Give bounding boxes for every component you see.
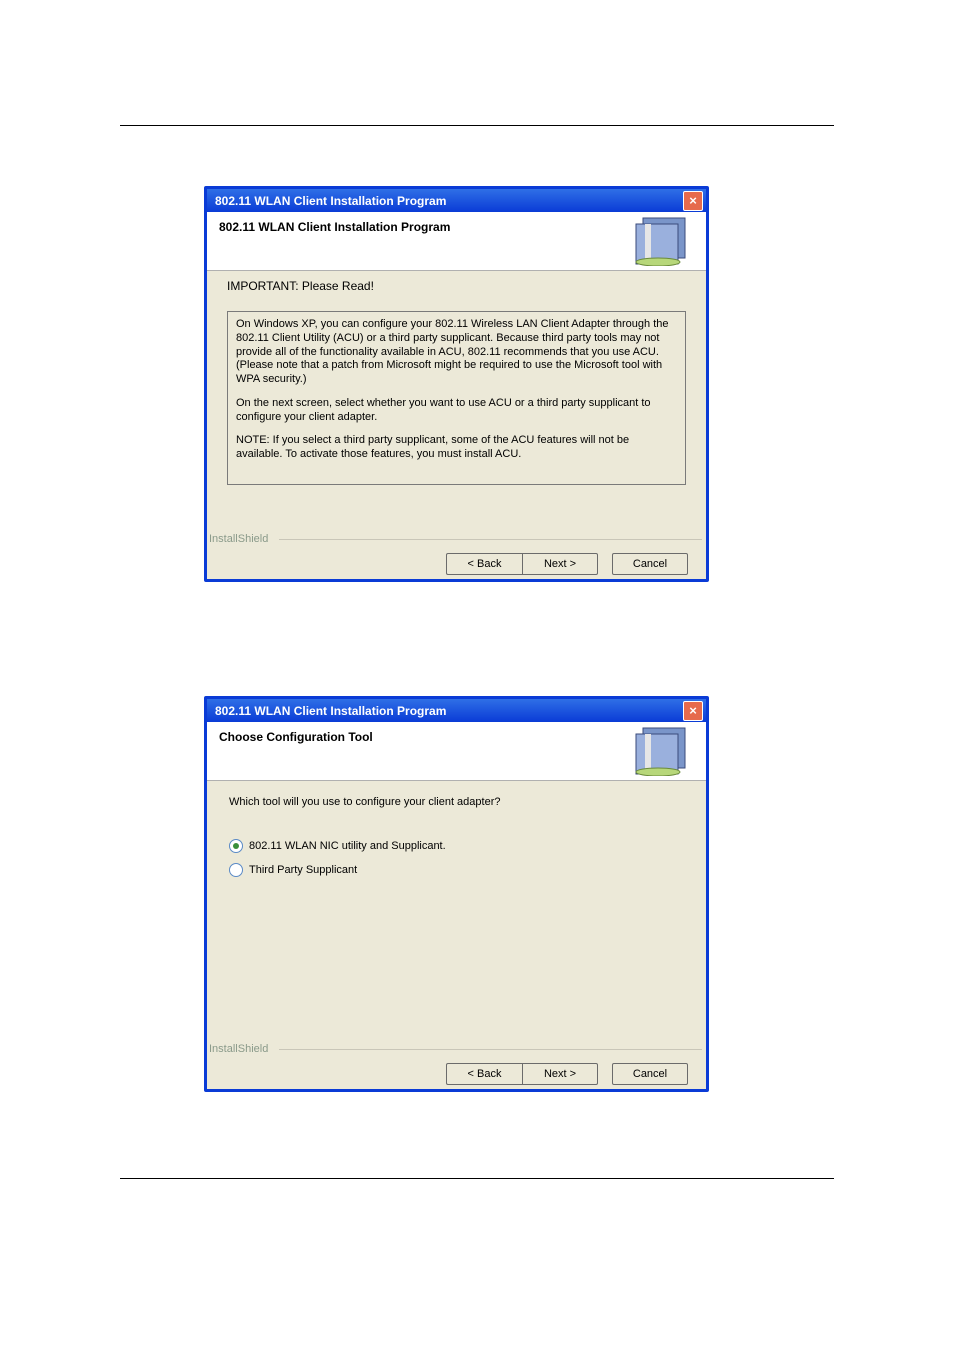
- important-heading: IMPORTANT: Please Read!: [227, 279, 374, 293]
- radio-dot-icon: [233, 843, 239, 849]
- button-row: < Back Next > Cancel: [446, 553, 688, 575]
- back-button[interactable]: < Back: [446, 553, 522, 575]
- document-page: 802.11 WLAN Client Installation Program …: [0, 0, 954, 1350]
- footer-rule: [120, 1178, 834, 1179]
- radio-option-third-party[interactable]: Third Party Supplicant: [229, 863, 357, 877]
- question-label: Which tool will you use to configure you…: [229, 796, 500, 808]
- cancel-button[interactable]: Cancel: [612, 553, 688, 575]
- banner: 802.11 WLAN Client Installation Program: [207, 212, 706, 271]
- radio-option-acu[interactable]: 802.11 WLAN NIC utility and Supplicant.: [229, 839, 446, 853]
- close-icon[interactable]: ×: [683, 191, 703, 211]
- radio-icon[interactable]: [229, 863, 243, 877]
- banner-title: Choose Configuration Tool: [219, 730, 373, 744]
- back-button[interactable]: < Back: [446, 1063, 522, 1085]
- dialog-footer: InstallShield < Back Next > Cancel: [207, 1039, 706, 1089]
- info-paragraph-2: On the next screen, select whether you w…: [236, 397, 677, 425]
- installer-dialog-choose-tool: 802.11 WLAN Client Installation Program …: [204, 696, 709, 1092]
- window-title: 802.11 WLAN Client Installation Program: [215, 704, 446, 718]
- close-icon[interactable]: ×: [683, 701, 703, 721]
- title-bar[interactable]: 802.11 WLAN Client Installation Program …: [207, 699, 706, 722]
- banner-title: 802.11 WLAN Client Installation Program: [219, 220, 450, 234]
- cancel-button[interactable]: Cancel: [612, 1063, 688, 1085]
- installer-graphic-icon: [588, 216, 698, 266]
- footer-divider: [279, 539, 702, 540]
- button-row: < Back Next > Cancel: [446, 1063, 688, 1085]
- next-button[interactable]: Next >: [522, 1063, 598, 1085]
- dialog-body: IMPORTANT: Please Read! On Windows XP, y…: [207, 271, 706, 529]
- title-bar[interactable]: 802.11 WLAN Client Installation Program …: [207, 189, 706, 212]
- info-paragraph-1: On Windows XP, you can configure your 80…: [236, 318, 677, 387]
- installshield-label: InstallShield: [209, 1043, 268, 1055]
- banner: Choose Configuration Tool: [207, 722, 706, 781]
- dialog-footer: InstallShield < Back Next > Cancel: [207, 529, 706, 579]
- radio-icon[interactable]: [229, 839, 243, 853]
- info-paragraph-3: NOTE: If you select a third party suppli…: [236, 434, 677, 462]
- info-text-box: On Windows XP, you can configure your 80…: [227, 311, 686, 485]
- dialog-body: Which tool will you use to configure you…: [207, 781, 706, 1039]
- installer-graphic-icon: [588, 726, 698, 776]
- footer-divider: [279, 1049, 702, 1050]
- installshield-label: InstallShield: [209, 533, 268, 545]
- radio-label: 802.11 WLAN NIC utility and Supplicant.: [249, 840, 446, 852]
- window-title: 802.11 WLAN Client Installation Program: [215, 194, 446, 208]
- radio-label: Third Party Supplicant: [249, 864, 357, 876]
- installer-dialog-important: 802.11 WLAN Client Installation Program …: [204, 186, 709, 582]
- header-rule: [120, 125, 834, 126]
- next-button[interactable]: Next >: [522, 553, 598, 575]
